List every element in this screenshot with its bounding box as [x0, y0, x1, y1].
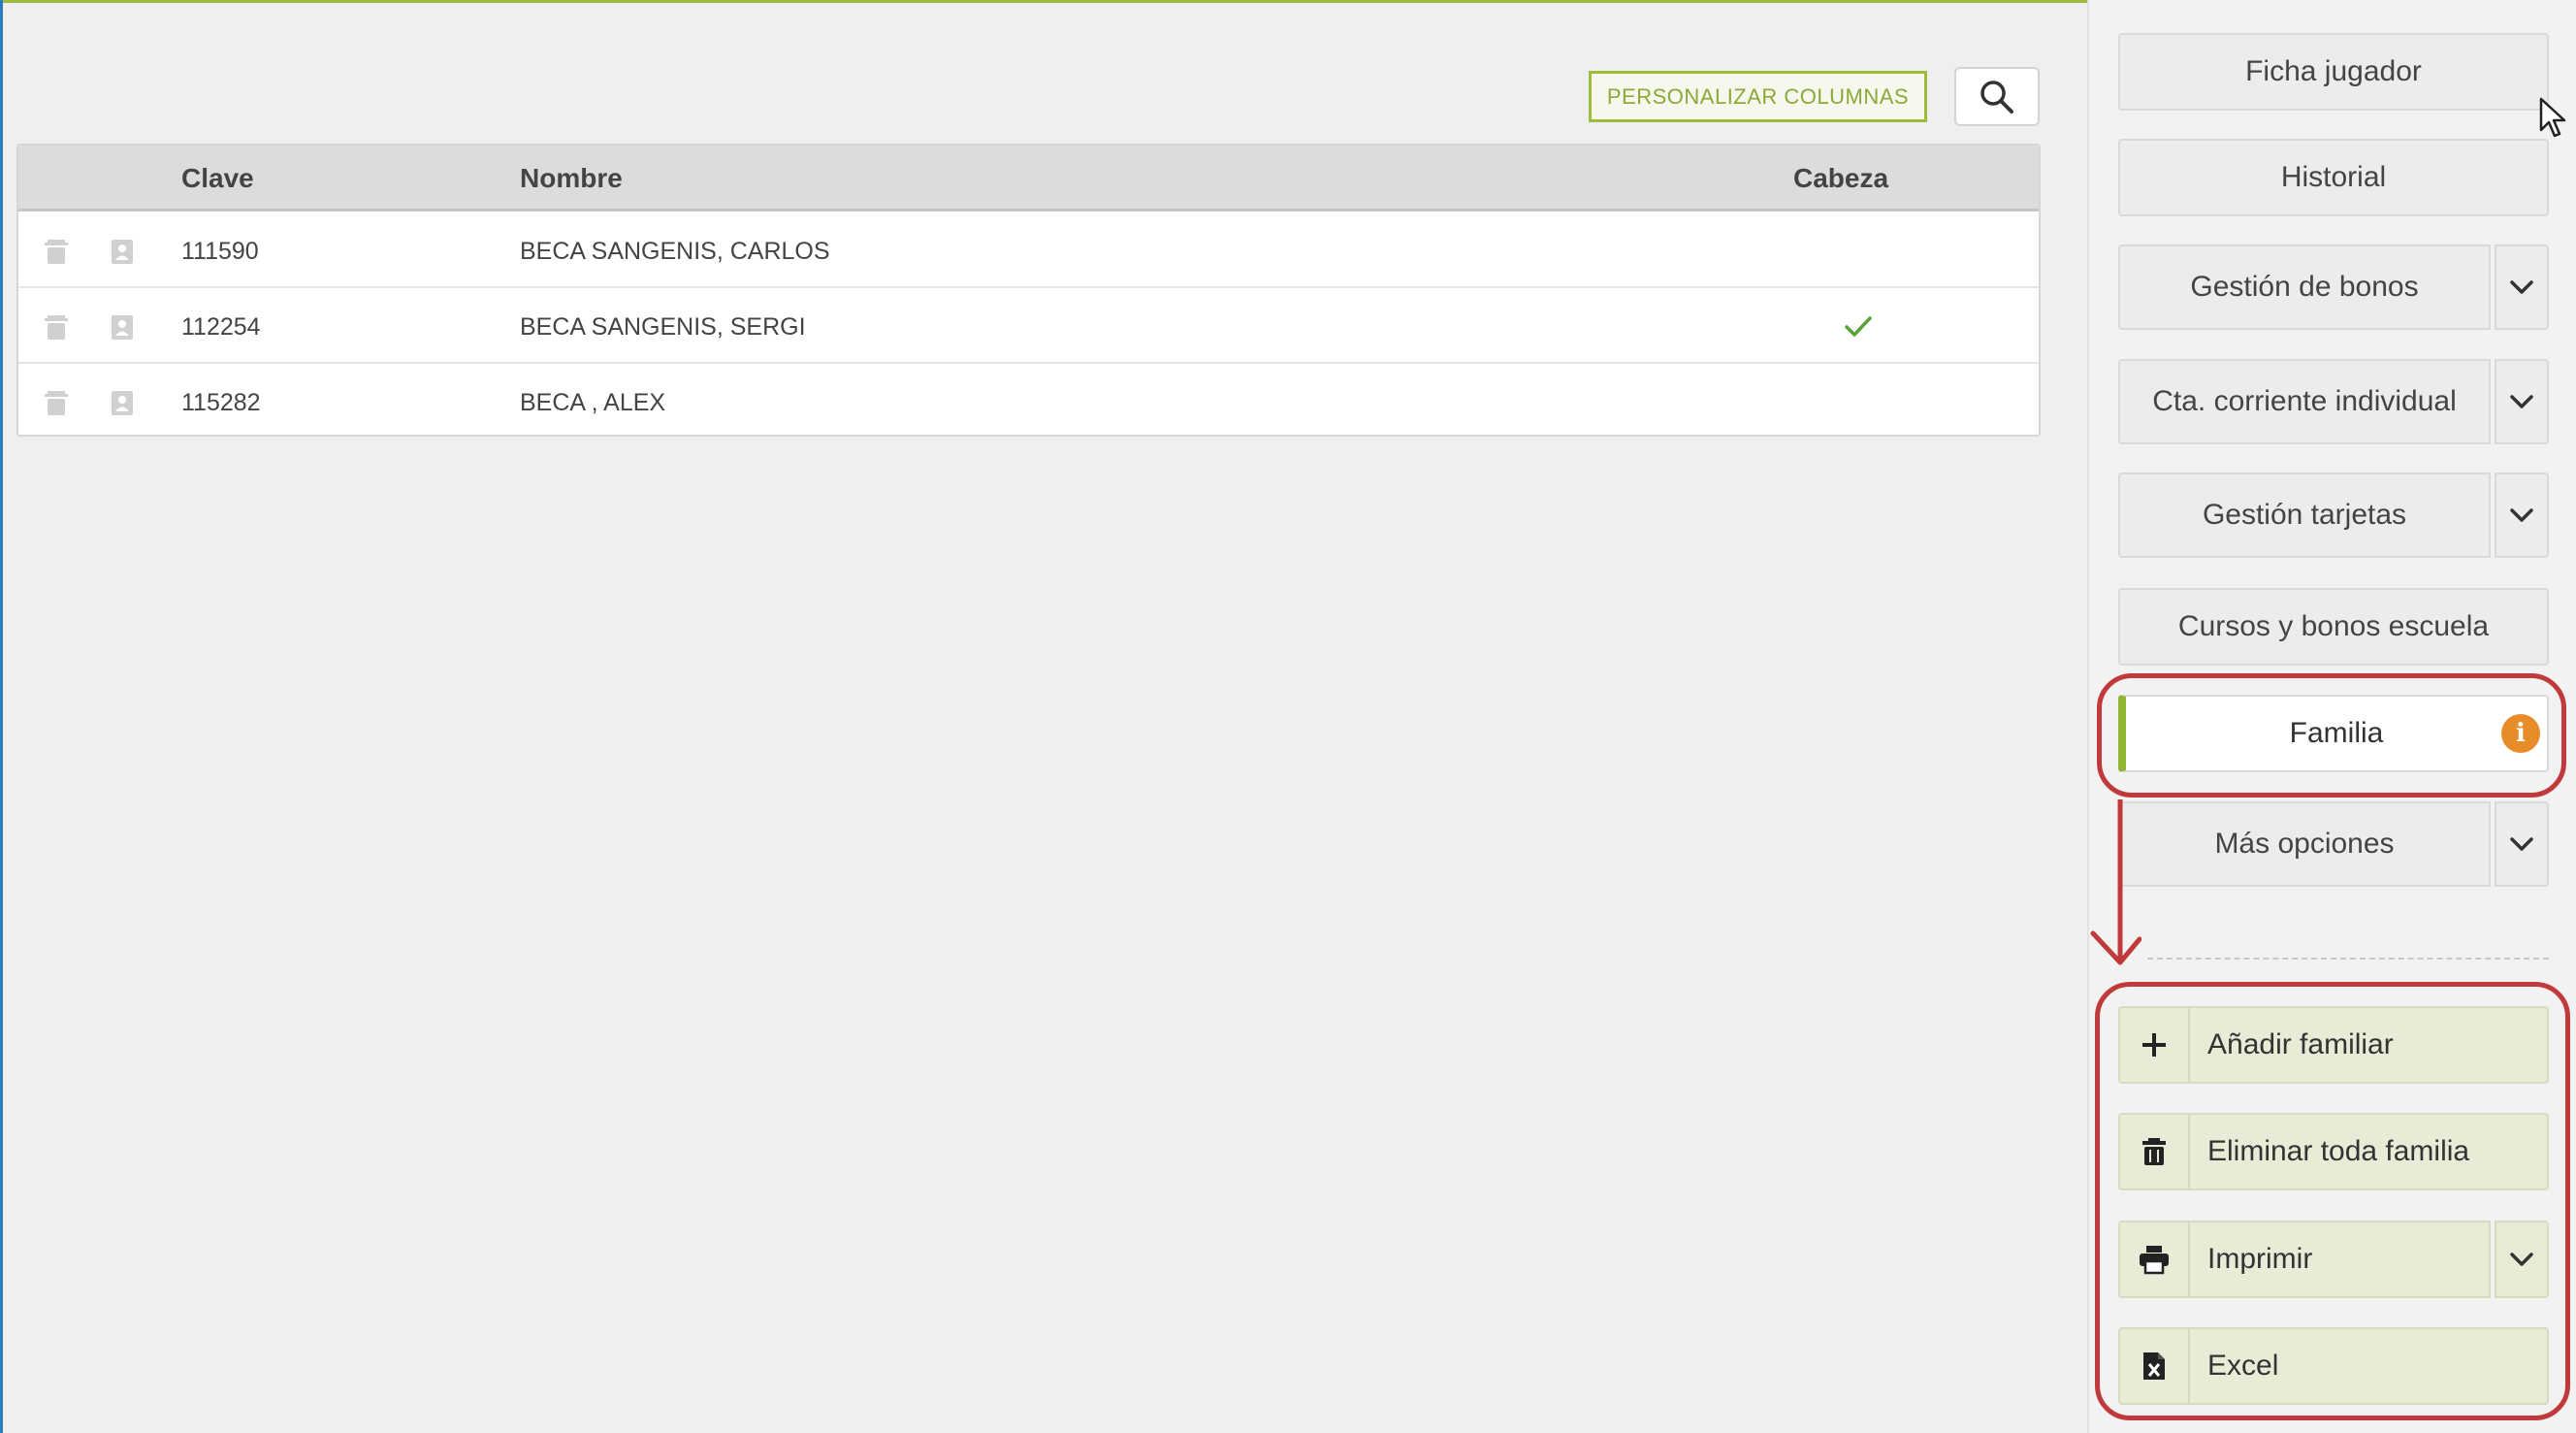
- chevron-down-icon: [2510, 1253, 2533, 1266]
- checkmark-icon: [1845, 316, 1872, 337]
- gestion-tarjetas-button[interactable]: Gestión tarjetas: [2118, 472, 2491, 558]
- table-row[interactable]: 115282 BECA , ALEX: [18, 366, 2039, 435]
- cabeza-cell: [1844, 290, 1873, 364]
- cta-corriente-dropdown[interactable]: [2495, 359, 2549, 444]
- imprimir-button[interactable]: Imprimir: [2118, 1221, 2491, 1298]
- excel-label: Excel: [2207, 1350, 2279, 1382]
- nombre-cell: BECA SANGENIS, CARLOS: [520, 237, 830, 265]
- clave-cell: 112254: [181, 312, 261, 341]
- excel-file-icon: [2143, 1352, 2165, 1380]
- familia-button[interactable]: Familia: [2118, 695, 2549, 772]
- clave-cell: 111590: [181, 237, 259, 265]
- eliminar-familia-button[interactable]: Eliminar toda familia: [2118, 1113, 2549, 1190]
- delete-row-button[interactable]: [42, 214, 71, 288]
- chevron-down-icon: [2510, 508, 2533, 522]
- cta-corriente-button[interactable]: Cta. corriente individual: [2118, 359, 2491, 444]
- mas-opciones-dropdown[interactable]: [2495, 801, 2549, 887]
- contact-card-button[interactable]: [108, 214, 137, 288]
- chevron-down-icon: [2510, 395, 2533, 408]
- cursos-bonos-button[interactable]: Cursos y bonos escuela: [2118, 588, 2549, 666]
- ficha-jugador-button[interactable]: Ficha jugador: [2118, 33, 2549, 111]
- search-button[interactable]: [1954, 67, 2040, 126]
- contact-card-icon: [112, 315, 133, 340]
- contact-card-icon: [112, 240, 133, 264]
- contact-card-button[interactable]: [108, 366, 137, 435]
- clave-cell: 115282: [181, 388, 261, 416]
- imprimir-dropdown[interactable]: [2495, 1221, 2549, 1298]
- anadir-familiar-label: Añadir familiar: [2207, 1028, 2394, 1060]
- chevron-down-icon: [2510, 280, 2533, 294]
- gestion-bonos-button[interactable]: Gestión de bonos: [2118, 244, 2491, 330]
- delete-row-button[interactable]: [42, 366, 71, 435]
- table-row[interactable]: 111590 BECA SANGENIS, CARLOS: [18, 214, 2039, 288]
- nombre-cell: BECA SANGENIS, SERGI: [520, 312, 806, 341]
- historial-button[interactable]: Historial: [2118, 139, 2549, 216]
- anadir-familiar-button[interactable]: Añadir familiar: [2118, 1006, 2549, 1084]
- trash-icon: [45, 391, 68, 415]
- plus-icon: [2142, 1033, 2166, 1057]
- printer-icon: [2140, 1246, 2169, 1275]
- trash-icon: [2142, 1138, 2166, 1165]
- table-header: Clave Nombre Cabeza: [18, 146, 2039, 212]
- excel-button[interactable]: Excel: [2118, 1327, 2549, 1405]
- section-divider: [2147, 958, 2549, 960]
- add-icon-wrap: [2120, 1008, 2190, 1082]
- delete-row-button[interactable]: [42, 290, 71, 364]
- annotation-arrow-icon: [2090, 799, 2141, 965]
- search-icon: [1980, 80, 2013, 114]
- trash-icon: [45, 240, 68, 264]
- excel-icon-wrap: [2120, 1329, 2190, 1403]
- column-header-cabeza[interactable]: Cabeza: [1793, 146, 1888, 212]
- personalize-columns-button[interactable]: PERSONALIZAR COLUMNAS: [1589, 71, 1927, 122]
- mas-opciones-button[interactable]: Más opciones: [2118, 801, 2491, 887]
- gestion-tarjetas-dropdown[interactable]: [2495, 472, 2549, 558]
- info-icon: i: [2501, 714, 2540, 753]
- chevron-down-icon: [2510, 837, 2533, 851]
- column-header-clave[interactable]: Clave: [181, 146, 254, 212]
- gestion-bonos-dropdown[interactable]: [2495, 244, 2549, 330]
- mouse-cursor-icon: [2539, 97, 2566, 138]
- contact-card-button[interactable]: [108, 290, 137, 364]
- contact-card-icon: [112, 391, 133, 415]
- delete-icon-wrap: [2120, 1115, 2190, 1189]
- eliminar-familia-label: Eliminar toda familia: [2207, 1135, 2470, 1167]
- imprimir-label: Imprimir: [2207, 1243, 2313, 1275]
- main-panel: PERSONALIZAR COLUMNAS Clave Nombre Cabez…: [0, 0, 2087, 1433]
- print-icon-wrap: [2120, 1222, 2190, 1296]
- column-header-nombre[interactable]: Nombre: [520, 146, 623, 212]
- nombre-cell: BECA , ALEX: [520, 388, 666, 416]
- trash-icon: [45, 315, 68, 340]
- family-table: Clave Nombre Cabeza 111590 BECA SANGENIS…: [16, 144, 2041, 437]
- table-row[interactable]: 112254 BECA SANGENIS, SERGI: [18, 290, 2039, 364]
